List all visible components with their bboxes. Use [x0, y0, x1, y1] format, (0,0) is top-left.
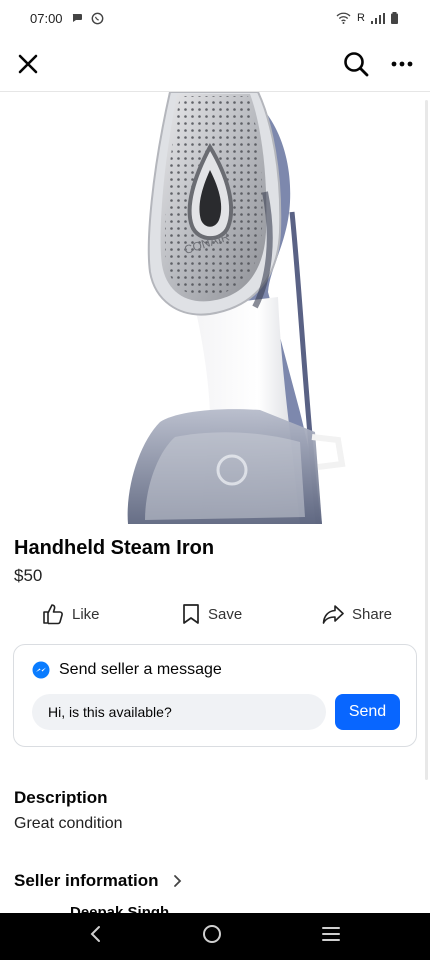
signal-icon: [371, 12, 385, 24]
recents-button[interactable]: [321, 926, 341, 947]
listing-title: Handheld Steam Iron: [14, 537, 215, 559]
menu-lines-icon: [321, 927, 340, 941]
search-icon: [344, 51, 369, 76]
home-circle-icon: [202, 925, 221, 943]
status-time: 07:00: [30, 10, 63, 26]
close-icon: [18, 54, 38, 73]
listing-price: $50: [14, 566, 43, 585]
wifi-icon: [336, 12, 351, 24]
search-button[interactable]: [342, 50, 370, 78]
description-text: Great condition: [14, 815, 123, 832]
message-header-text: Send seller a message: [59, 661, 222, 678]
messenger-icon: [32, 661, 50, 679]
system-nav-bar: [0, 913, 430, 960]
chat-bubble-icon: [72, 14, 82, 22]
steam-iron-image: CONAIR: [127, 92, 346, 524]
whatsapp-icon: [91, 12, 103, 24]
save-label: Save: [208, 605, 243, 623]
carrier-label: R: [357, 12, 365, 24]
message-input[interactable]: Hi, is this available?: [32, 694, 326, 730]
top-bar-actions: [342, 50, 416, 78]
like-button[interactable]: Like: [42, 603, 100, 625]
more-dots-icon: [391, 61, 413, 66]
like-label: Like: [72, 605, 100, 623]
send-button[interactable]: Send: [335, 694, 400, 730]
message-header: Send seller a message: [32, 661, 222, 679]
top-bar: [0, 36, 430, 92]
status-right: R: [336, 12, 398, 24]
share-arrow-icon: [322, 605, 344, 624]
seller-information-link[interactable]: Seller information: [14, 871, 182, 891]
save-button[interactable]: Save: [182, 603, 242, 625]
seller-information-heading: Seller information: [14, 871, 159, 890]
share-label: Share: [352, 605, 393, 623]
home-button[interactable]: [202, 924, 222, 949]
chevron-right-icon: [173, 875, 181, 887]
scrollbar[interactable]: [425, 100, 428, 780]
back-button[interactable]: [89, 925, 103, 948]
more-options-button[interactable]: [388, 50, 416, 78]
status-bar: 07:00 R: [0, 0, 430, 36]
thumbs-up-icon: [43, 604, 63, 625]
message-input-value: Hi, is this available?: [48, 704, 172, 720]
bookmark-icon: [183, 604, 199, 624]
product-image[interactable]: CONAIR: [0, 92, 430, 524]
back-chevron-icon: [90, 926, 101, 942]
close-button[interactable]: [14, 50, 42, 78]
action-row: Like Save Share: [0, 598, 430, 630]
description-heading: Description: [14, 788, 108, 807]
share-button[interactable]: Share: [322, 604, 392, 624]
status-left: 07:00: [30, 11, 104, 26]
battery-icon: [391, 12, 398, 24]
message-seller-card: Send seller a message Hi, is this availa…: [13, 644, 417, 747]
